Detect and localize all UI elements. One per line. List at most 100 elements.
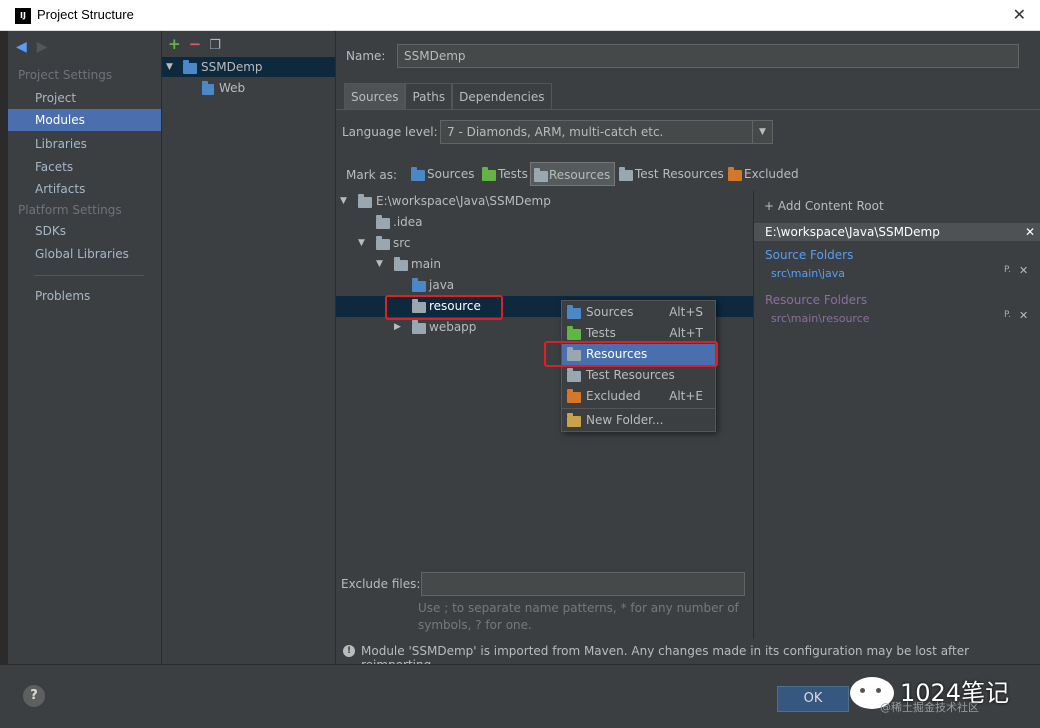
menu-shortcut: Alt+S <box>669 305 703 319</box>
collapsed-arrow-icon[interactable]: ▶ <box>394 317 401 338</box>
mark-as-label: Mark as: <box>346 168 398 182</box>
menu-item-new-folder[interactable]: New Folder... <box>562 410 715 431</box>
tree-node-label: main <box>411 257 441 271</box>
expand-arrow-icon[interactable]: ▼ <box>358 233 365 254</box>
test-resources-folder-icon <box>567 368 581 382</box>
source-folder-path: src\main\java <box>771 267 846 280</box>
modules-panel: + − ❐ ▼ SSMDemp Web <box>162 31 336 664</box>
tab-sources[interactable]: Sources <box>344 83 406 109</box>
menu-item-label: Test Resources <box>586 368 675 382</box>
nav-group-platform-settings: Platform Settings <box>18 203 122 217</box>
menu-item-label: Excluded <box>586 389 641 403</box>
add-content-root-button[interactable]: + Add Content Root <box>764 199 884 213</box>
name-field[interactable]: SSMDemp <box>397 44 1019 68</box>
module-folder-icon <box>183 60 197 74</box>
mark-test-resources-button[interactable]: Test Resources <box>617 162 724 186</box>
menu-item-label: Tests <box>586 326 616 340</box>
exclude-files-input[interactable] <box>421 572 745 596</box>
tree-node-src[interactable]: ▼ src <box>336 233 753 254</box>
tree-node-idea[interactable]: .idea <box>336 212 753 233</box>
language-level-select[interactable]: 7 - Diamonds, ARM, multi-catch etc. ▼ <box>440 120 773 144</box>
exclude-hint-line1: Use ; to separate name patterns, * for a… <box>418 601 739 615</box>
resource-folders-title: Resource Folders <box>765 293 868 307</box>
folder-icon <box>376 236 390 250</box>
mark-test-resources-label: Test Resources <box>635 167 724 181</box>
tree-node-label: E:\workspace\Java\SSMDemp <box>376 194 551 208</box>
excluded-folder-icon <box>567 389 581 403</box>
ok-button[interactable]: OK <box>777 686 849 712</box>
edit-properties-icon[interactable]: P. <box>1004 265 1011 275</box>
dialog-footer: ? OK 1024笔记 @稀土掘金技术社区 <box>0 664 1040 728</box>
content-roots-panel: + Add Content Root E:\workspace\Java\SSM… <box>753 191 1040 639</box>
back-arrow-icon[interactable]: ◀ <box>16 39 27 55</box>
menu-shortcut: Alt+E <box>669 389 703 403</box>
mark-resources-label: Resources <box>549 168 611 182</box>
modules-toolbar: + − ❐ <box>168 35 221 53</box>
folder-icon <box>394 257 408 271</box>
chevron-down-icon[interactable]: ▼ <box>752 121 772 143</box>
tree-node-label: .idea <box>393 215 423 229</box>
nav-group-project-settings: Project Settings <box>18 68 113 82</box>
sidebar-item-facets[interactable]: Facets <box>8 156 161 178</box>
sidebar-item-modules[interactable]: Modules <box>8 109 161 131</box>
add-icon[interactable]: + <box>168 35 181 53</box>
tests-folder-icon <box>482 167 496 181</box>
web-facet-icon <box>202 81 214 95</box>
expand-arrow-icon[interactable]: ▼ <box>166 57 173 77</box>
menu-item-label: New Folder... <box>586 413 664 427</box>
watermark: 1024笔记 @稀土掘金技术社区 <box>850 671 1020 717</box>
sidebar-item-sdks[interactable]: SDKs <box>8 220 161 242</box>
mark-sources-button[interactable]: Sources <box>409 162 474 186</box>
tree-node-label: webapp <box>429 320 477 334</box>
module-tree-item-ssmdemp[interactable]: ▼ SSMDemp <box>162 57 335 77</box>
mark-excluded-button[interactable]: Excluded <box>726 162 799 186</box>
remove-icon[interactable]: − <box>189 35 202 53</box>
remove-root-icon[interactable]: ✕ <box>1025 223 1035 241</box>
sidebar-item-artifacts[interactable]: Artifacts <box>8 178 161 200</box>
help-button[interactable]: ? <box>23 685 45 707</box>
language-level-value: 7 - Diamonds, ARM, multi-catch etc. <box>447 125 664 139</box>
sources-folder-icon <box>411 167 425 181</box>
language-level-label: Language level: <box>342 125 438 139</box>
settings-sidebar: ◀ ▶ Project Settings Project Modules Libr… <box>8 31 162 664</box>
menu-item-sources[interactable]: Sources Alt+S <box>562 302 715 323</box>
sidebar-item-libraries[interactable]: Libraries <box>8 133 161 155</box>
expand-arrow-icon[interactable]: ▼ <box>340 191 347 212</box>
folder-icon <box>376 215 390 229</box>
forward-arrow-icon[interactable]: ▶ <box>37 39 48 55</box>
test-resources-folder-icon <box>619 167 633 181</box>
tree-node-main[interactable]: ▼ main <box>336 254 753 275</box>
mark-resources-button[interactable]: Resources <box>530 162 616 186</box>
tree-node-root[interactable]: ▼ E:\workspace\Java\SSMDemp <box>336 191 753 212</box>
tree-node-java[interactable]: java <box>336 275 753 296</box>
expand-arrow-icon[interactable]: ▼ <box>376 254 383 275</box>
tab-paths[interactable]: Paths <box>405 83 453 109</box>
sidebar-item-problems[interactable]: Problems <box>8 285 161 307</box>
menu-item-excluded[interactable]: Excluded Alt+E <box>562 386 715 407</box>
mark-tests-button[interactable]: Tests <box>480 162 528 186</box>
new-folder-icon <box>567 413 581 427</box>
menu-item-test-resources[interactable]: Test Resources <box>562 365 715 386</box>
tab-dependencies[interactable]: Dependencies <box>452 83 552 109</box>
sources-folder-icon <box>412 278 426 292</box>
resource-folder-path: src\main\resource <box>771 312 870 325</box>
tab-bar: Sources Paths Dependencies <box>344 83 552 109</box>
copy-icon[interactable]: ❐ <box>209 38 221 53</box>
exclude-hint-line2: symbols, ? for one. <box>418 618 532 632</box>
highlight-resources-menu-item <box>544 341 718 367</box>
edit-properties-icon[interactable]: P. <box>1004 310 1011 320</box>
remove-folder-icon[interactable]: ✕ <box>1019 264 1028 277</box>
nav-divider <box>34 275 144 276</box>
module-tree-item-web[interactable]: Web <box>162 78 335 98</box>
resources-folder-icon <box>534 168 548 182</box>
sidebar-item-project[interactable]: Project <box>8 87 161 109</box>
excluded-folder-icon <box>728 167 742 181</box>
title-bar: IJ Project Structure ✕ <box>0 0 1040 31</box>
close-icon[interactable]: ✕ <box>1013 5 1026 24</box>
source-folders-title: Source Folders <box>765 248 854 262</box>
menu-divider <box>562 408 715 409</box>
sidebar-item-global-libraries[interactable]: Global Libraries <box>8 243 161 265</box>
window-title: Project Structure <box>37 7 134 22</box>
content-root-path: E:\workspace\Java\SSMDemp <box>765 225 940 239</box>
remove-folder-icon[interactable]: ✕ <box>1019 309 1028 322</box>
